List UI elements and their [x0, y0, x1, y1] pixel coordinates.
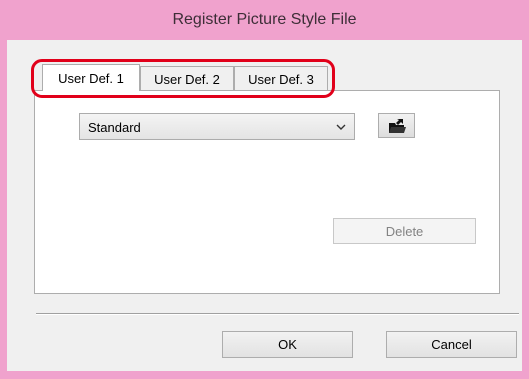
cancel-button[interactable]: Cancel: [386, 331, 517, 358]
tab-user-def-2[interactable]: User Def. 2: [140, 66, 234, 91]
open-file-icon: [388, 118, 406, 133]
ok-button[interactable]: OK: [222, 331, 353, 358]
tab-user-def-1[interactable]: User Def. 1: [42, 64, 140, 91]
chevron-down-icon: [336, 124, 346, 130]
load-style-file-button[interactable]: [378, 113, 415, 138]
picture-style-select[interactable]: Standard: [79, 113, 355, 140]
picture-style-select-value: Standard: [88, 120, 141, 135]
dialog-separator: [36, 313, 519, 315]
window-title: Register Picture Style File: [172, 11, 357, 28]
register-picture-style-dialog: Register Picture Style File User Def. 1 …: [0, 0, 529, 379]
delete-button[interactable]: Delete: [333, 218, 476, 244]
tab-user-def-3[interactable]: User Def. 3: [234, 66, 328, 91]
